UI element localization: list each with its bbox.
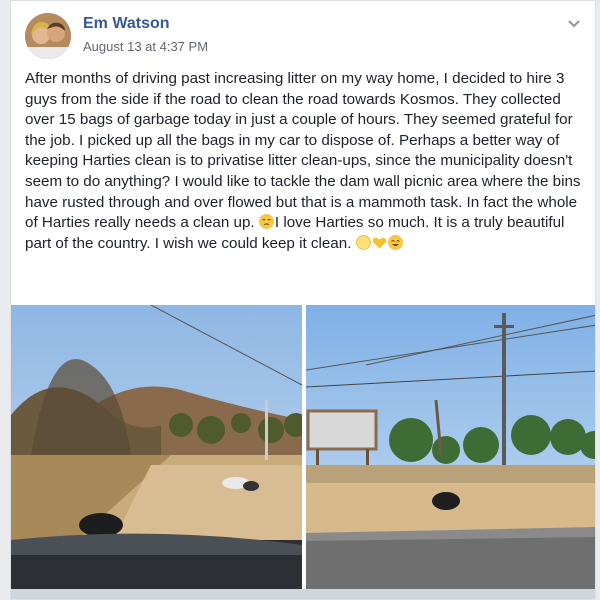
- post-photos: [11, 305, 595, 599]
- avatar[interactable]: [25, 13, 71, 59]
- author-name[interactable]: Em Watson: [83, 15, 170, 33]
- smiling-eyes-emoji: [387, 234, 403, 250]
- yellow-heart-emoji: [372, 235, 387, 250]
- post-text: After months of driving past increasing …: [25, 69, 587, 254]
- post-text-part1: After months of driving past increasing …: [25, 70, 581, 232]
- chevron-down-icon[interactable]: [565, 17, 583, 31]
- photo-roadside-left[interactable]: [11, 305, 302, 591]
- photo-roadside-right[interactable]: [306, 305, 595, 591]
- post-header: Em Watson August 13 at 4:37 PM: [25, 13, 585, 59]
- post-timestamp[interactable]: August 13 at 4:37 PM: [83, 39, 208, 54]
- relieved-face-emoji: [258, 214, 274, 230]
- post-card: Em Watson August 13 at 4:37 PM After mon…: [10, 0, 596, 600]
- smiling-face-emoji: [355, 234, 371, 250]
- additional-photos-strip[interactable]: [11, 589, 595, 599]
